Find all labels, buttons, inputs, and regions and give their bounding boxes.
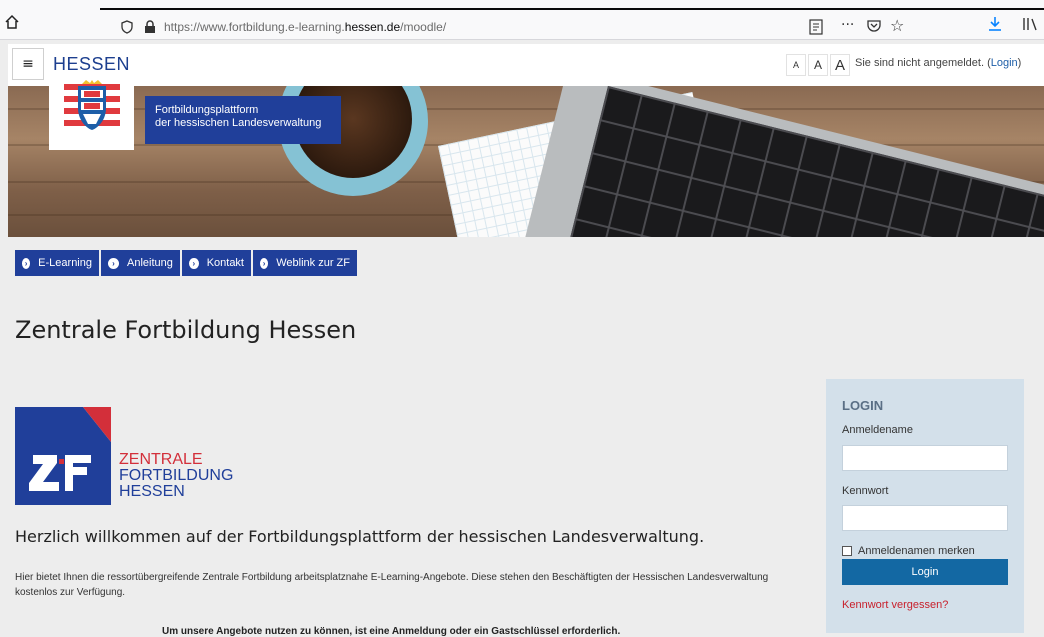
password-label: Kennwort bbox=[842, 485, 889, 497]
more-actions-icon[interactable]: ··· bbox=[841, 17, 854, 33]
font-size-switcher: A A A bbox=[786, 54, 850, 76]
password-input[interactable] bbox=[842, 505, 1008, 531]
zf-line-2: FORTBILDUNG bbox=[119, 467, 234, 484]
page-title: Zentrale Fortbildung Hessen bbox=[15, 316, 357, 344]
nav-button-e-learning[interactable]: › E-Learning bbox=[15, 250, 99, 276]
tab-strip-line bbox=[100, 8, 1044, 10]
nav-button-weblink-zf[interactable]: › Weblink zur ZF bbox=[253, 250, 357, 276]
nav-button-label: E-Learning bbox=[38, 257, 92, 269]
welcome-heading: Herzlich willkommen auf der Fortbildungs… bbox=[15, 527, 705, 546]
platform-label-box: Fortbildungsplattform der hessischen Lan… bbox=[145, 96, 341, 144]
login-status-text: Sie sind nicht angemeldet. ( bbox=[855, 57, 991, 69]
login-status: Sie sind nicht angemeldet. (Login) bbox=[855, 57, 1021, 69]
zf-logo-text: ZENTRALE FORTBILDUNG HESSEN bbox=[119, 452, 233, 500]
zf-line-1: ZENTRALE bbox=[119, 451, 203, 468]
home-icon[interactable] bbox=[4, 14, 20, 30]
url-prefix: https://www.fortbildung.e-learning. bbox=[164, 20, 345, 34]
site-header: ≡ A A A Sie sind nicht angemeldet. (Logi… bbox=[8, 44, 1044, 86]
username-input[interactable] bbox=[842, 445, 1008, 471]
chevron-right-icon: › bbox=[108, 257, 119, 269]
library-icon[interactable] bbox=[1022, 16, 1040, 32]
font-small-button[interactable]: A bbox=[786, 54, 806, 76]
remember-label: Anmeldenamen merken bbox=[858, 545, 975, 557]
forgot-password-link[interactable]: Kennwort vergessen? bbox=[842, 599, 948, 611]
nav-button-kontakt[interactable]: › Kontakt bbox=[182, 250, 251, 276]
url-domain: hessen.de bbox=[344, 20, 401, 34]
chevron-right-icon: › bbox=[22, 257, 31, 269]
remember-checkbox[interactable] bbox=[842, 546, 852, 556]
registration-notice: Um unsere Angebote nutzen zu können, ist… bbox=[162, 626, 621, 637]
lock-icon[interactable] bbox=[144, 20, 156, 34]
url-bar[interactable]: https://www.fortbildung.e-learning.hesse… bbox=[108, 14, 913, 42]
login-button[interactable]: Login bbox=[842, 559, 1008, 585]
zf-line-3: HESSEN bbox=[119, 483, 185, 500]
url-suffix: /moodle/ bbox=[400, 20, 447, 34]
coat-of-arms-icon bbox=[64, 80, 120, 136]
platform-line-1: Fortbildungsplattform bbox=[155, 104, 259, 116]
browser-toolbar: https://www.fortbildung.e-learning.hesse… bbox=[0, 0, 1044, 40]
reader-view-icon[interactable] bbox=[808, 19, 824, 35]
hessen-logo-text: HESSEN bbox=[52, 54, 131, 74]
remember-username[interactable]: Anmeldenamen merken bbox=[842, 545, 975, 557]
platform-line-2: der hessischen Landesverwaltung bbox=[155, 117, 322, 129]
hamburger-menu-button[interactable]: ≡ bbox=[12, 48, 44, 80]
nav-button-label: Anleitung bbox=[127, 257, 173, 269]
download-icon[interactable] bbox=[988, 16, 1002, 32]
url-text[interactable]: https://www.fortbildung.e-learning.hesse… bbox=[164, 20, 446, 34]
login-title: LOGIN bbox=[842, 398, 884, 413]
chevron-right-icon: › bbox=[189, 257, 199, 269]
intro-text: Hier bietet Ihnen die ressortübergreifen… bbox=[15, 572, 769, 598]
bookmark-star-icon[interactable]: ☆ bbox=[890, 16, 904, 35]
pocket-icon[interactable] bbox=[866, 18, 882, 34]
chevron-right-icon: › bbox=[260, 257, 269, 269]
font-large-button[interactable]: A bbox=[830, 54, 850, 76]
nav-button-label: Kontakt bbox=[206, 257, 244, 269]
nav-button-anleitung[interactable]: › Anleitung bbox=[101, 250, 180, 276]
font-medium-button[interactable]: A bbox=[808, 54, 828, 76]
login-panel: LOGIN Anmeldename Kennwort Anmeldenamen … bbox=[826, 379, 1024, 633]
username-label: Anmeldename bbox=[842, 424, 913, 436]
shield-icon[interactable] bbox=[120, 20, 134, 34]
main-navigation: › E-Learning › Anleitung › Kontakt › Web… bbox=[15, 250, 357, 276]
login-status-close: ) bbox=[1017, 57, 1022, 69]
hessen-logo[interactable]: HESSEN bbox=[49, 44, 134, 150]
nav-button-label: Weblink zur ZF bbox=[276, 257, 350, 269]
header-login-link[interactable]: Login bbox=[991, 57, 1018, 69]
